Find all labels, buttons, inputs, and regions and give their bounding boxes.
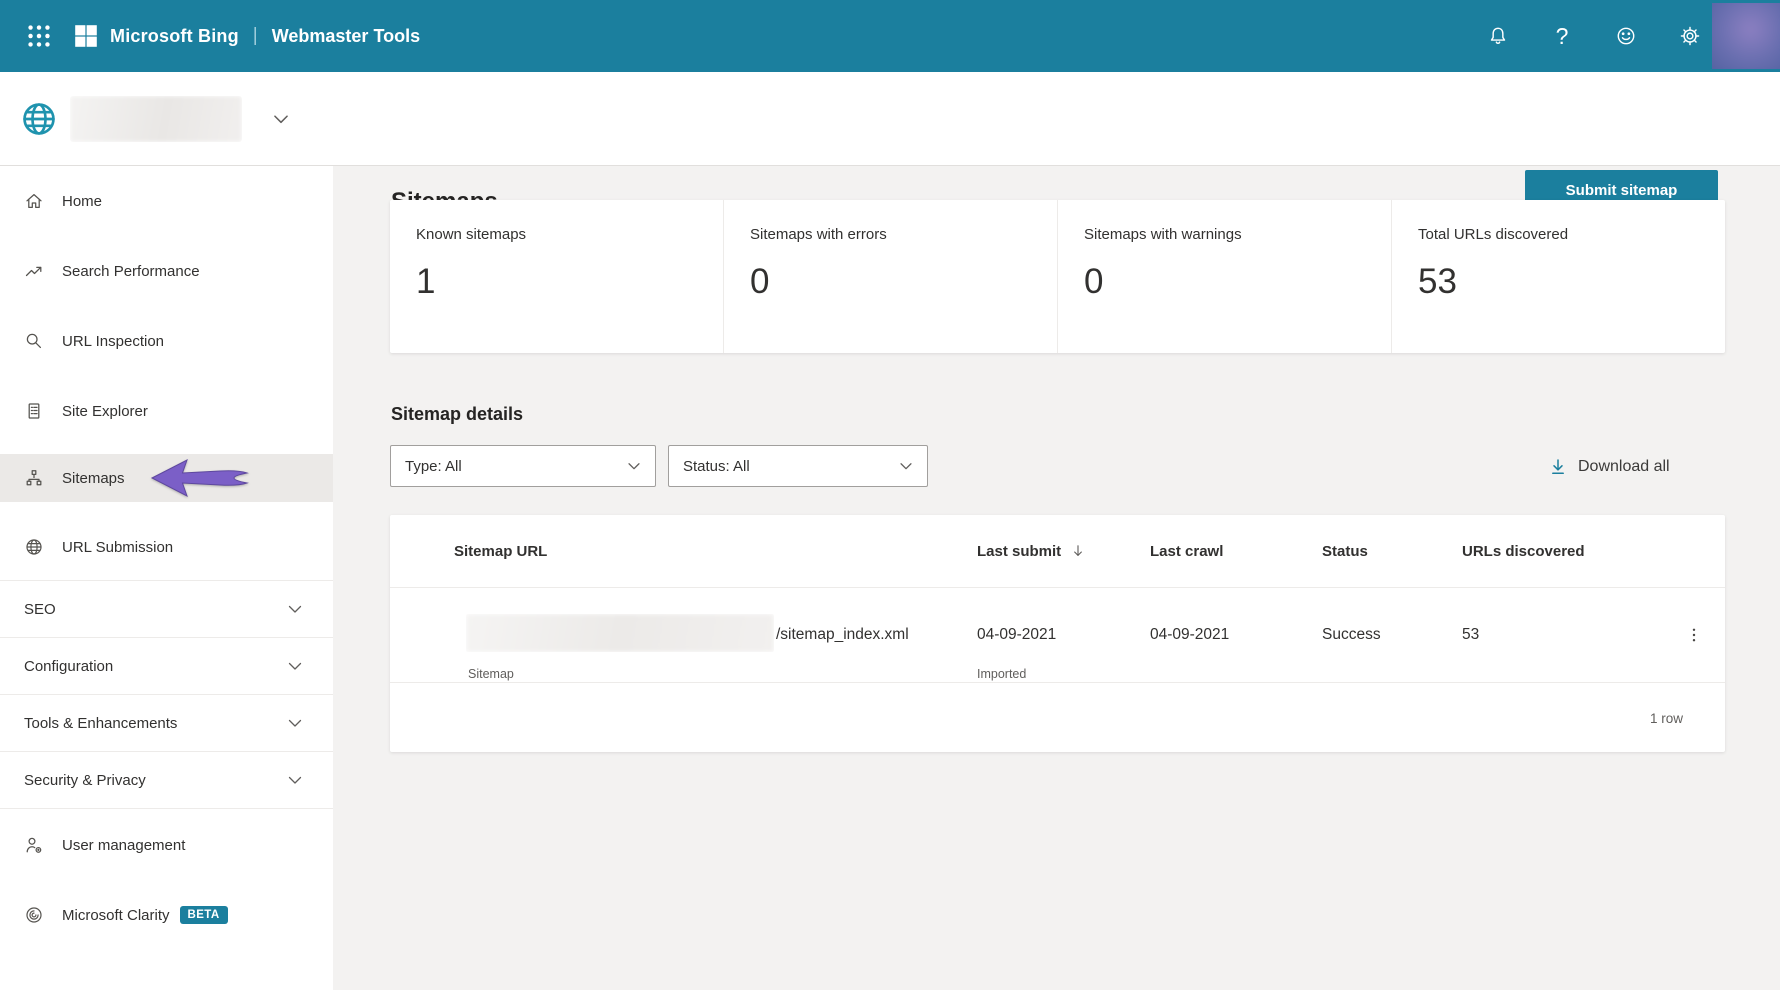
- globe-icon: [24, 537, 44, 557]
- sidebar-item-home[interactable]: Home: [0, 178, 333, 224]
- sidebar-section-security-privacy[interactable]: Security & Privacy: [0, 752, 333, 808]
- clarity-icon: [24, 905, 44, 925]
- avatar-blurred-image: [1712, 3, 1780, 69]
- status-value: Success: [1322, 626, 1381, 643]
- chevron-down-icon: [285, 770, 305, 790]
- row-count: 1 row: [1649, 711, 1683, 726]
- sidebar-item-url-inspection[interactable]: URL Inspection: [0, 318, 333, 364]
- product-name[interactable]: Webmaster Tools: [272, 26, 420, 47]
- column-header-status[interactable]: Status: [1322, 515, 1368, 587]
- sidebar-navigation: Home Search Performance URL Inspection S…: [0, 166, 333, 990]
- type-filter-value: Type: All: [405, 457, 462, 475]
- sitemap-url-redacted: [466, 614, 774, 652]
- submit-note: Imported: [977, 667, 1027, 681]
- magnifier-icon: [24, 331, 44, 351]
- site-selector-chevron-down-icon: [270, 108, 292, 130]
- stat-value: 1: [416, 262, 436, 301]
- help-icon[interactable]: ?: [1550, 24, 1574, 48]
- sitemap-icon: [24, 468, 44, 488]
- stat-value: 0: [750, 262, 770, 301]
- feedback-smiley-icon[interactable]: [1614, 24, 1638, 48]
- sidebar-section-tools-enhancements[interactable]: Tools & Enhancements: [0, 695, 333, 751]
- site-name-redacted: [70, 96, 242, 142]
- chevron-down-icon: [285, 599, 305, 619]
- sidebar-section-seo[interactable]: SEO: [0, 581, 333, 637]
- chevron-down-icon: [625, 457, 643, 475]
- status-filter-dropdown[interactable]: Status: All: [668, 445, 928, 487]
- stat-label: Known sitemaps: [416, 226, 527, 243]
- column-header-last-submit[interactable]: Last submit: [977, 515, 1086, 587]
- home-icon: [24, 191, 44, 211]
- column-header-last-crawl[interactable]: Last crawl: [1150, 515, 1223, 587]
- sidebar-item-microsoft-clarity[interactable]: Microsoft Clarity BETA: [0, 892, 333, 938]
- type-filter-dropdown[interactable]: Type: All: [390, 445, 656, 487]
- waffle-menu-icon[interactable]: [22, 19, 56, 53]
- column-header-sitemap-url[interactable]: Sitemap URL: [454, 515, 547, 587]
- stat-known-sitemaps: Known sitemaps 1: [390, 200, 723, 353]
- page-header-band: Sitemaps Submit sitemap: [0, 72, 1780, 215]
- account-avatar[interactable]: [1712, 3, 1780, 69]
- notifications-bell-icon[interactable]: [1486, 24, 1510, 48]
- top-app-bar: Microsoft Bing | Webmaster Tools ?: [0, 0, 1780, 72]
- last-crawl-date: 04-09-2021: [1150, 626, 1230, 643]
- sidebar-item-search-performance[interactable]: Search Performance: [0, 248, 333, 294]
- site-selector[interactable]: [0, 72, 333, 166]
- stat-label: Sitemaps with warnings: [1084, 226, 1242, 243]
- sitemap-summary-cards: Known sitemaps 1 Sitemaps with errors 0 …: [390, 200, 1725, 353]
- table-header-divider: [390, 587, 1725, 588]
- beta-badge: BETA: [179, 906, 228, 924]
- document-icon: [24, 401, 44, 421]
- sidebar-item-sitemaps[interactable]: Sitemaps: [0, 454, 333, 502]
- column-header-urls-discovered[interactable]: URLs discovered: [1462, 515, 1585, 587]
- stat-label: Sitemaps with errors: [750, 226, 887, 243]
- status-filter-value: Status: All: [683, 457, 750, 475]
- table-row-divider: [390, 682, 1725, 683]
- site-globe-icon: [20, 100, 58, 138]
- sidebar-item-site-explorer[interactable]: Site Explorer: [0, 388, 333, 434]
- sitemap-details-heading: Sitemap details: [391, 404, 524, 424]
- sitemap-type-label: Sitemap: [468, 667, 514, 681]
- download-all-label: Download all: [1578, 458, 1670, 475]
- person-gear-icon: [24, 835, 44, 855]
- chevron-down-icon: [897, 457, 915, 475]
- brand-divider: |: [252, 25, 258, 46]
- stat-total-urls-discovered: Total URLs discovered 53: [1391, 200, 1725, 353]
- sidebar-item-user-management[interactable]: User management: [0, 822, 333, 868]
- topbar-actions: ?: [1486, 0, 1702, 72]
- settings-gear-icon[interactable]: [1678, 24, 1702, 48]
- microsoft-logo-icon: [74, 24, 98, 48]
- stat-value: 0: [1084, 262, 1104, 301]
- chevron-down-icon: [285, 656, 305, 676]
- stat-value: 53: [1418, 262, 1457, 301]
- sidebar-divider: [0, 808, 333, 809]
- brand-name[interactable]: Microsoft Bing: [110, 26, 239, 47]
- stat-label: Total URLs discovered: [1418, 226, 1569, 243]
- sort-descending-icon: [1070, 543, 1086, 559]
- last-submit-date: 04-09-2021: [977, 626, 1057, 643]
- trend-icon: [24, 261, 44, 281]
- download-icon: [1548, 457, 1568, 477]
- sidebar-item-url-submission[interactable]: URL Submission: [0, 524, 333, 570]
- row-actions-kebab-icon[interactable]: [1680, 621, 1708, 649]
- stat-sitemaps-with-warnings: Sitemaps with warnings 0: [1057, 200, 1391, 353]
- bing-webmaster-tools-app: Microsoft Bing | Webmaster Tools ? Submi…: [0, 0, 1780, 990]
- stat-sitemaps-with-errors: Sitemaps with errors 0: [723, 200, 1057, 353]
- urls-discovered-value: 53: [1462, 626, 1480, 643]
- download-all-button[interactable]: Download all: [1548, 452, 1670, 482]
- chevron-down-icon: [285, 713, 305, 733]
- sitemaps-table: Sitemap URL Last submit Last crawl Statu…: [390, 515, 1725, 752]
- sitemap-url-suffix[interactable]: /sitemap_index.xml: [776, 626, 909, 644]
- sidebar-section-configuration[interactable]: Configuration: [0, 638, 333, 694]
